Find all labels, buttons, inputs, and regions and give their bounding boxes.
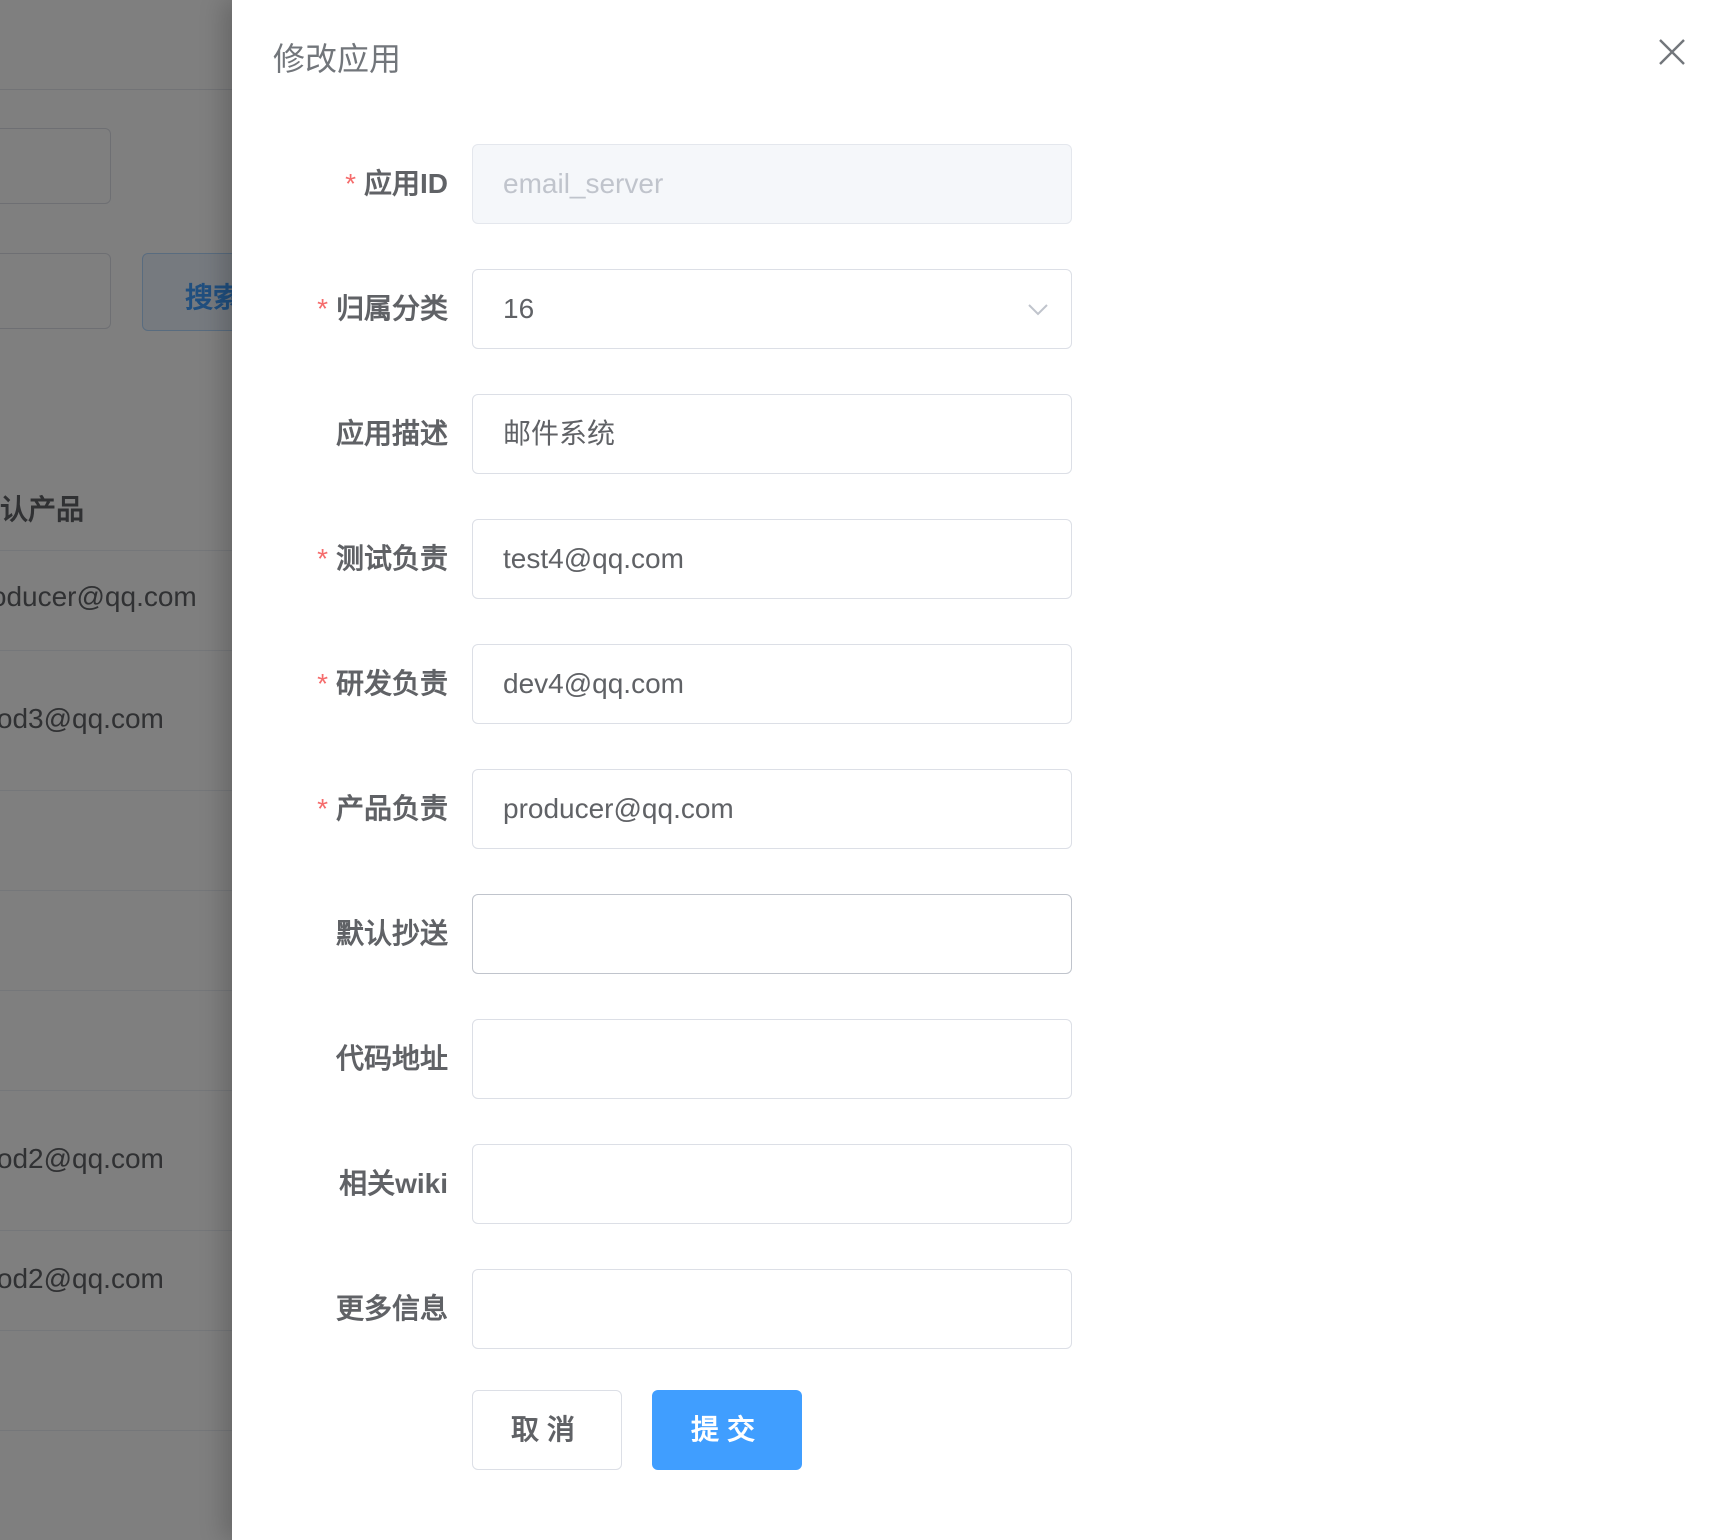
form-item-description: 应用描述 邮件系统 [232,394,1332,474]
code-url-label: 代码地址 [335,1043,448,1074]
form-item-more-info: 更多信息 [232,1269,1332,1349]
cancel-button[interactable]: 取消 [472,1390,622,1470]
test-owner-input[interactable]: test4@qq.com [472,519,1072,599]
category-select-value: 16 [503,293,535,324]
default-cc-input[interactable] [472,894,1072,974]
form-item-default-cc: 默认抄送 [232,894,1332,974]
form-item-category: * 归属分类 16 [232,269,1332,349]
required-mark: * [317,793,328,824]
form-item-product-owner: * 产品负责 producer@qq.com [232,769,1332,849]
form-item-app-id: * 应用ID email_server [232,144,1332,224]
default-cc-label: 默认抄送 [335,918,448,949]
form-item-dev-owner: * 研发负责 dev4@qq.com [232,644,1332,724]
submit-button[interactable]: 提交 [652,1390,802,1470]
chevron-down-icon [1028,304,1048,316]
product-owner-label: * 产品负责 [317,793,448,824]
more-info-input[interactable] [472,1269,1072,1349]
form-item-test-owner: * 测试负责 test4@qq.com [232,519,1332,599]
edit-app-drawer: 修改应用 * 应用ID email_server * 归属分类 16 应用描述 邮件… [232,0,1724,1540]
form-item-code-url: 代码地址 [232,1019,1332,1099]
dev-owner-input[interactable]: dev4@qq.com [472,644,1072,724]
app-id-input[interactable]: email_server [472,144,1072,224]
description-label: 应用描述 [335,418,448,449]
wiki-label: 相关wiki [339,1168,448,1199]
modal-overlay[interactable] [0,0,232,1540]
product-owner-input[interactable]: producer@qq.com [472,769,1072,849]
code-url-input[interactable] [472,1019,1072,1099]
dev-owner-label: * 研发负责 [317,668,448,699]
required-mark: * [345,168,356,199]
required-mark: * [317,543,328,574]
category-label: * 归属分类 [317,293,448,324]
form-item-wiki: 相关wiki [232,1144,1332,1224]
more-info-label: 更多信息 [335,1293,448,1324]
app-id-label: * 应用ID [345,168,448,199]
test-owner-label: * 测试负责 [317,543,448,574]
close-icon[interactable] [1652,32,1692,72]
required-mark: * [317,293,328,324]
wiki-input[interactable] [472,1144,1072,1224]
description-input[interactable]: 邮件系统 [472,394,1072,474]
required-mark: * [317,668,328,699]
drawer-title: 修改应用 [273,41,402,77]
category-select[interactable]: 16 [472,269,1072,349]
